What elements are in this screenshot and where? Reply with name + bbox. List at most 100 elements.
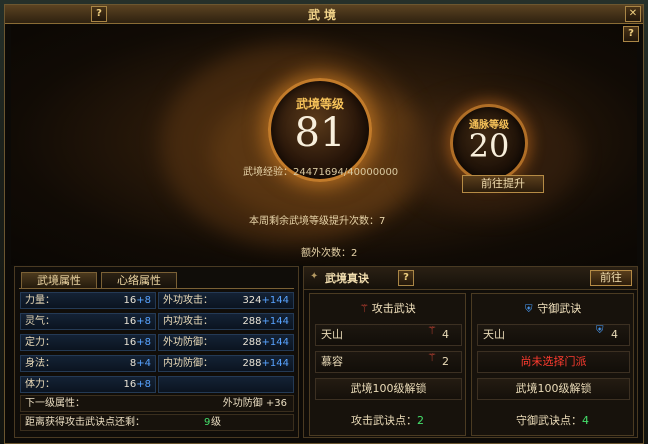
attr-stamina-base: 16 — [123, 379, 137, 390]
distance-unit: 级 — [211, 417, 221, 428]
defense-art-points: 守御武诀点：4 — [472, 412, 633, 428]
goto-upgrade-button[interactable]: 前往提升 — [462, 175, 544, 193]
defense-art-header: ⛨ 守御武诀 — [472, 300, 633, 316]
realm-exp-label: 武境经验： — [243, 167, 293, 178]
header-ornament-icon: ✦ — [310, 271, 319, 282]
attr-outer-defense-base: 288 — [242, 337, 262, 348]
attack-point-distance: 距离获得攻击武诀点还剩： 9 级 — [20, 414, 294, 431]
attr-agility-plus: +4 — [136, 358, 151, 369]
weekly-remaining-value: 7 — [379, 216, 386, 227]
attr-outer-defense-plus: +144 — [261, 337, 289, 348]
defense-art-slot-1-name: 天山 — [483, 328, 505, 341]
attack-art-slot-1-name: 天山 — [321, 328, 343, 341]
attr-inner-defense-base: 288 — [242, 358, 262, 369]
attr-strength-plus: +8 — [136, 295, 151, 306]
close-button[interactable]: ✕ — [625, 6, 641, 22]
meridian-level-orb: 通脉等级 20 — [450, 104, 528, 182]
attr-spirit-plus: +8 — [136, 316, 151, 327]
true-art-panel: ✦ 武境真诀 ? 前往 ⚚ 攻击武诀 天山 ⚚ 4 慕容 ⚚ 2 武境100级解… — [303, 266, 638, 438]
attr-inner-attack-base: 288 — [242, 316, 262, 327]
attr-stamina-plus: +8 — [136, 379, 151, 390]
attr-outer-defense: 外功防御： 288+144 — [158, 334, 294, 351]
attr-strength: 力量： 16+8 — [20, 292, 156, 309]
red-rune-icon: ⚚ — [427, 324, 437, 337]
shield-rune-icon: ⛨ — [525, 304, 533, 315]
realm-level-value: 81 — [294, 110, 346, 156]
attr-strength-name: 力量： — [25, 295, 55, 306]
realm-exp-value: 24471694/40000000 — [293, 167, 399, 178]
attack-art-points-label: 攻击武诀点： — [351, 414, 417, 427]
attack-art-slot-2-count: 2 — [442, 355, 449, 368]
next-level-value: 外功防御 +36 — [222, 398, 287, 409]
attack-art-points: 攻击武诀点：2 — [310, 412, 465, 428]
realm-exp: 武境经验：24471694/40000000 — [243, 163, 398, 178]
attack-art-slot-2-name: 慕容 — [321, 355, 343, 368]
close-icon: ✕ — [628, 8, 638, 19]
attr-focus-name: 定力： — [25, 337, 55, 348]
attack-art-header: ⚚ 攻击武诀 — [310, 300, 465, 316]
attack-art-section: ⚚ 攻击武诀 天山 ⚚ 4 慕容 ⚚ 2 武境100级解锁 攻击武诀点：2 — [309, 293, 466, 436]
attack-art-slot-1-count: 4 — [442, 328, 449, 341]
attr-outer-defense-name: 外功防御： — [163, 337, 213, 348]
extra-count-label: 额外次数： — [301, 248, 351, 259]
attack-rune-icon: ⚚ — [359, 302, 370, 315]
attr-inner-defense: 内功防御： 288+144 — [158, 355, 294, 372]
attr-inner-defense-plus: +144 — [261, 358, 289, 369]
defense-art-points-label: 守御武诀点： — [516, 414, 582, 427]
true-art-help-button[interactable]: ? — [398, 270, 414, 286]
tab-divider — [19, 288, 294, 289]
attribute-panel: 武境属性 心络属性 力量： 16+8 外功攻击： 324+144 灵气： 16+8 内… — [14, 266, 299, 438]
goto-button[interactable]: 前往 — [590, 270, 632, 286]
attr-spirit-base: 16 — [123, 316, 137, 327]
true-art-header: ✦ 武境真诀 ? 前往 — [304, 267, 637, 290]
defense-art-slot-1-count: 4 — [611, 328, 618, 341]
attr-outer-attack-base: 324 — [242, 295, 262, 306]
extra-count: 额外次数：2 — [301, 244, 357, 259]
attack-art-title: 攻击武诀 — [371, 302, 416, 315]
attr-outer-attack-name: 外功攻击： — [163, 295, 213, 306]
outer-help-button[interactable]: ? — [623, 26, 639, 42]
next-level-attributes: 下一级属性： 外功防御 +36 — [20, 395, 294, 412]
distance-number: 9 — [204, 417, 211, 428]
defense-art-slot-1[interactable]: 天山 ⛨ 4 — [477, 324, 630, 346]
attack-art-points-value: 2 — [417, 414, 424, 427]
attr-outer-attack: 外功攻击： 324+144 — [158, 292, 294, 309]
attr-outer-attack-plus: +144 — [261, 295, 289, 306]
blue-shield-icon: ⛨ — [596, 325, 604, 336]
next-level-label: 下一级属性： — [25, 398, 85, 409]
defense-art-title: 守御武诀 — [537, 302, 582, 315]
meridian-level-value: 20 — [468, 127, 510, 165]
true-art-title: 武境真诀 — [325, 272, 369, 285]
defense-art-points-value: 4 — [582, 414, 589, 427]
attr-stamina: 体力： 16+8 — [20, 376, 156, 393]
attr-inner-defense-name: 内功防御： — [163, 358, 213, 369]
help-button[interactable]: ? — [91, 6, 107, 22]
attack-art-locked-slot[interactable]: 武境100级解锁 — [315, 378, 462, 400]
attr-stamina-name: 体力： — [25, 379, 55, 390]
red-rune-icon: ⚚ — [427, 351, 437, 364]
lower-area: 武境属性 心络属性 力量： 16+8 外功攻击： 324+144 灵气： 16+8 内… — [14, 266, 638, 438]
title-bar[interactable]: 武境 ? ✕ — [5, 5, 643, 24]
attr-inner-attack: 内功攻击： 288+144 — [158, 313, 294, 330]
attr-inner-attack-name: 内功攻击： — [163, 316, 213, 327]
no-sect-selected[interactable]: 尚未选择门派 — [477, 351, 630, 373]
attack-art-slot-1[interactable]: 天山 ⚚ 4 — [315, 324, 462, 346]
attack-art-slot-2[interactable]: 慕容 ⚚ 2 — [315, 351, 462, 373]
attr-focus: 定力： 16+8 — [20, 334, 156, 351]
attr-inner-attack-plus: +144 — [261, 316, 289, 327]
defense-art-section: ⛨ 守御武诀 天山 ⛨ 4 尚未选择门派 武境100级解锁 守御武诀点：4 — [471, 293, 634, 436]
attr-spirit-name: 灵气： — [25, 316, 55, 327]
realm-scene: 武境等级 81 通脉等级 20 武境经验：24471694/40000000 前… — [11, 25, 637, 265]
weekly-remaining-label: 本周剩余武境等级提升次数： — [249, 216, 379, 227]
attr-spirit: 灵气： 16+8 — [20, 313, 156, 330]
attr-strength-base: 16 — [123, 295, 137, 306]
attr-empty-slot — [158, 376, 294, 393]
distance-label: 距离获得攻击武诀点还剩： — [25, 417, 145, 428]
attr-agility-name: 身法： — [25, 358, 55, 369]
tab-realm-attributes[interactable]: 武境属性 — [21, 272, 97, 288]
weekly-remaining: 本周剩余武境等级提升次数：7 — [249, 212, 385, 227]
tab-meridian-attributes[interactable]: 心络属性 — [101, 272, 177, 288]
attr-focus-plus: +8 — [136, 337, 151, 348]
defense-art-locked-slot[interactable]: 武境100级解锁 — [477, 378, 630, 400]
attr-focus-base: 16 — [123, 337, 137, 348]
